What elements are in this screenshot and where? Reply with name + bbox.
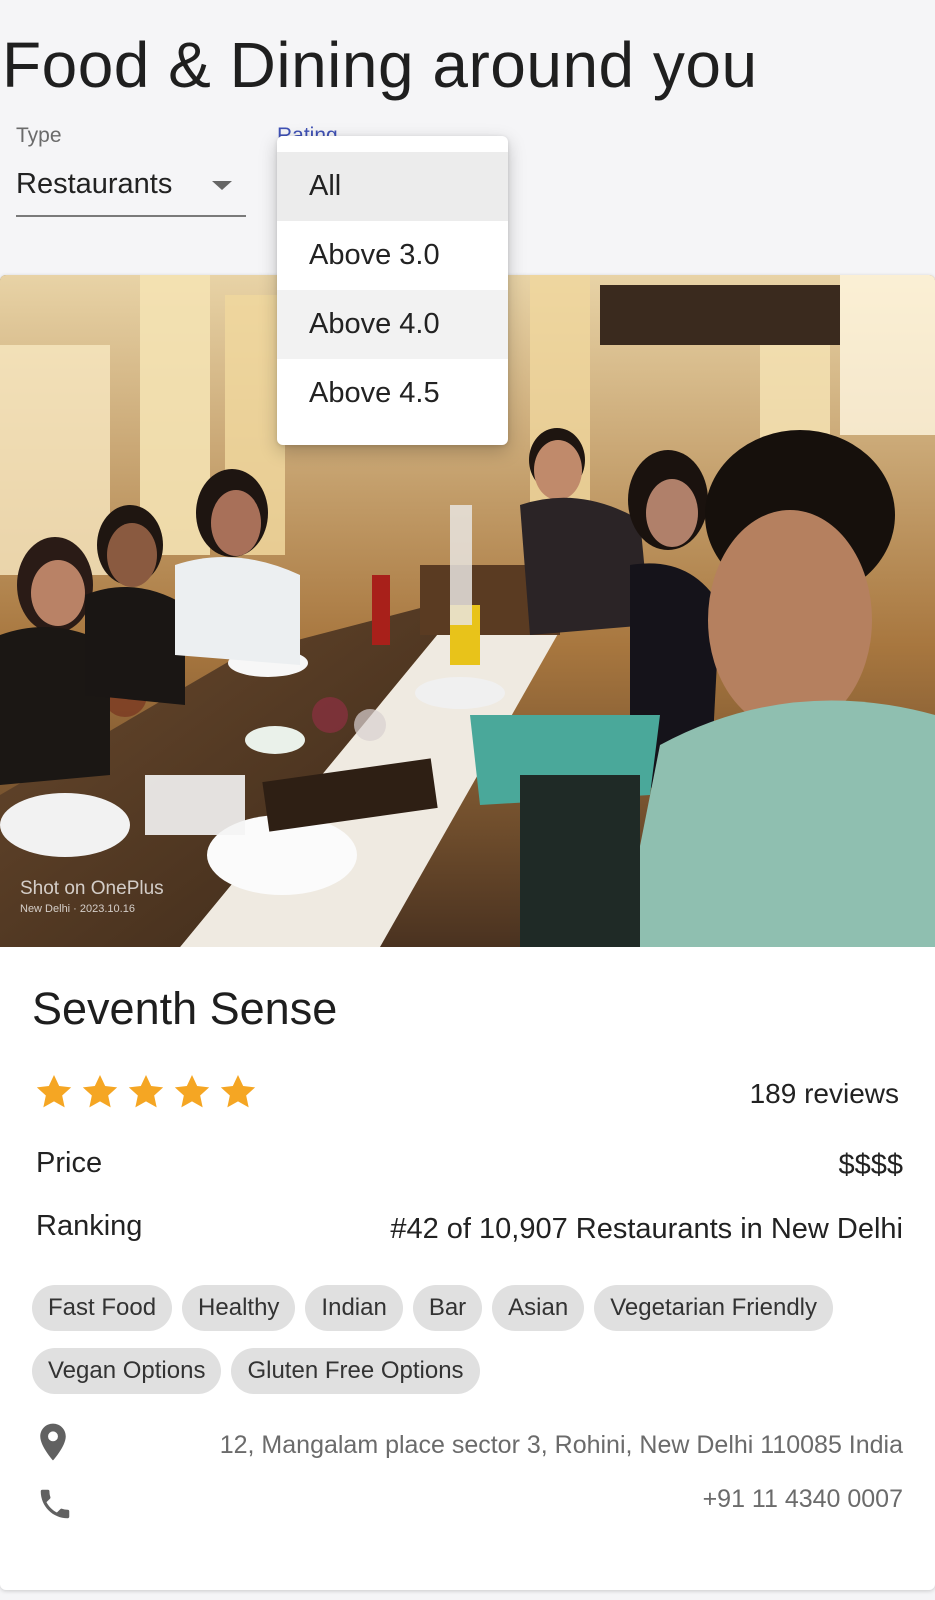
restaurant-card[interactable]: Shot on OnePlus New Delhi · 2023.10.16 S… <box>0 275 935 1590</box>
type-select-value: Restaurants <box>16 168 173 200</box>
type-select-underline <box>16 215 246 217</box>
type-select-label: Type <box>16 124 62 147</box>
photo-watermark: Shot on OnePlus New Delhi · 2023.10.16 <box>20 879 164 919</box>
location-pin-icon <box>40 1423 66 1461</box>
rating-option[interactable]: All <box>277 152 508 221</box>
watermark-detail: New Delhi · 2023.10.16 <box>20 903 135 915</box>
star-icon <box>82 1075 118 1108</box>
cuisine-chip[interactable]: Bar <box>412 1285 483 1331</box>
star-icon <box>174 1075 210 1108</box>
cuisine-chip[interactable]: Asian <box>492 1285 585 1331</box>
phone-icon <box>40 1489 70 1519</box>
cuisine-chips: Fast Food Healthy Indian Bar Asian Vegetarian… <box>32 1285 912 1394</box>
caret-down-icon <box>212 181 232 190</box>
star-icon <box>36 1075 72 1108</box>
star-icon <box>128 1075 164 1108</box>
review-count[interactable]: 189 reviews <box>750 1078 899 1110</box>
price-label: Price <box>36 1147 103 1179</box>
rating-option[interactable]: Above 4.0 <box>277 290 508 359</box>
rating-dropdown-menu: All Above 3.0 Above 4.0 Above 4.5 <box>277 136 508 445</box>
type-select[interactable]: Type Restaurants <box>16 124 246 217</box>
star-icon <box>220 1075 256 1108</box>
page-title: Food & Dining around you <box>2 29 758 101</box>
watermark-brand: Shot on OnePlus <box>20 878 164 899</box>
restaurant-name: Seventh Sense <box>32 983 338 1034</box>
cuisine-chip[interactable]: Indian <box>305 1285 403 1331</box>
restaurant-address: 12, Mangalam place sector 3, Rohini, New… <box>219 1431 903 1459</box>
ranking-label: Ranking <box>36 1210 143 1242</box>
rating-stars <box>34 1072 258 1112</box>
ranking-value: #42 of 10,907 Restaurants in New Delhi <box>390 1213 903 1245</box>
cuisine-chip[interactable]: Healthy <box>182 1285 296 1331</box>
rating-option[interactable]: Above 4.5 <box>277 359 508 428</box>
rating-option[interactable]: Above 3.0 <box>277 221 508 290</box>
cuisine-chip[interactable]: Gluten Free Options <box>231 1348 480 1394</box>
cuisine-chip[interactable]: Fast Food <box>32 1285 173 1331</box>
price-value: $$$$ <box>838 1149 903 1181</box>
cuisine-chip[interactable]: Vegan Options <box>32 1348 222 1394</box>
restaurant-phone[interactable]: +91 11 4340 0007 <box>703 1485 903 1514</box>
cuisine-chip[interactable]: Vegetarian Friendly <box>594 1285 834 1331</box>
